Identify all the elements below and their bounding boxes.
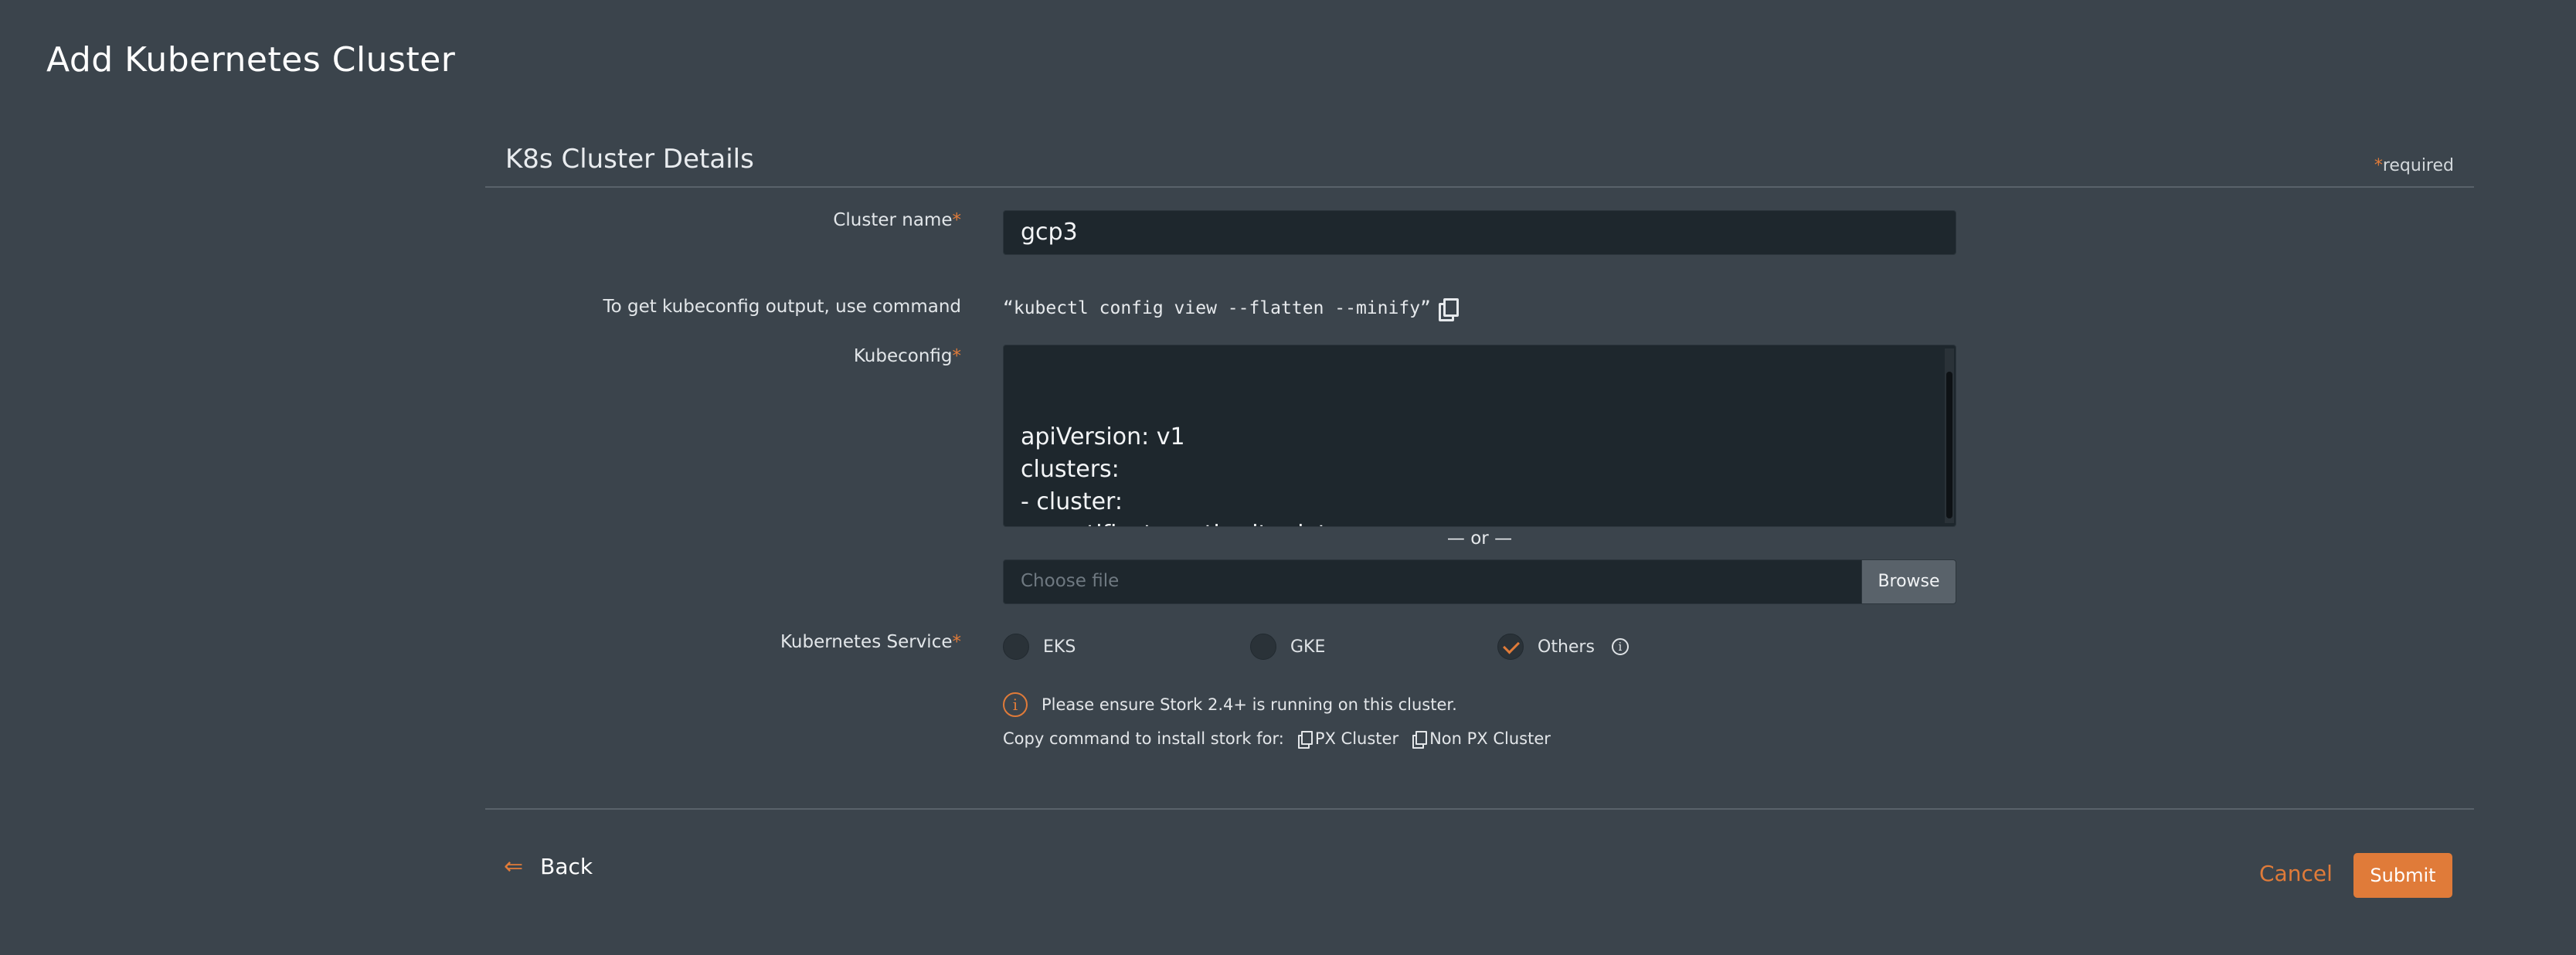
kubeconfig-textarea[interactable]: apiVersion: v1 clusters: - cluster: cert…	[1003, 345, 1956, 527]
required-note: *required	[2374, 156, 2454, 175]
copy-non-px-cluster-link[interactable]: Non PX Cluster	[1412, 729, 1551, 749]
copy-stork-commands: Copy command to install stork for: PX Cl…	[1003, 729, 1551, 749]
non-px-cluster-label: Non PX Cluster	[1429, 729, 1551, 748]
cluster-name-input[interactable]: gcp3	[1003, 210, 1956, 255]
info-icon[interactable]: i	[1611, 638, 1629, 655]
radio-gke[interactable]: GKE	[1250, 634, 1325, 660]
cancel-button[interactable]: Cancel	[2259, 861, 2333, 886]
required-star: *	[952, 210, 962, 230]
radio-eks[interactable]: EKS	[1003, 634, 1076, 660]
kubeconfig-label-text: Kubeconfig	[853, 346, 953, 366]
copy-stork-label: Copy command to install stork for:	[1003, 729, 1284, 748]
section-header: K8s Cluster Details *required	[485, 138, 2474, 188]
required-star: *	[952, 346, 962, 366]
kubernetes-service-label-text: Kubernetes Service	[780, 632, 953, 652]
footer-divider	[485, 808, 2474, 810]
copy-px-cluster-link[interactable]: PX Cluster	[1297, 729, 1399, 749]
required-star: *	[952, 632, 962, 652]
radio-others-indicator[interactable]	[1497, 634, 1524, 660]
back-label: Back	[540, 854, 593, 879]
kubernetes-service-label: Kubernetes Service*	[780, 632, 961, 652]
or-separator: — or —	[1446, 528, 1513, 549]
back-button[interactable]: ⇐ Back	[504, 853, 593, 880]
required-star: *	[2374, 156, 2383, 175]
file-chooser[interactable]: Choose file Browse	[1003, 559, 1956, 604]
radio-eks-indicator[interactable]	[1003, 634, 1029, 660]
px-cluster-label: PX Cluster	[1314, 729, 1399, 748]
radio-gke-label: GKE	[1290, 637, 1326, 657]
required-note-text: required	[2382, 156, 2454, 175]
copy-icon	[1412, 731, 1428, 749]
submit-button[interactable]: Submit	[2353, 853, 2452, 898]
kubeconfig-command-text: “kubectl config view --flatten --minify”	[1003, 298, 1431, 318]
radio-others-label: Others	[1538, 637, 1595, 657]
stork-notice: i Please ensure Stork 2.4+ is running on…	[1003, 692, 1457, 717]
file-placeholder: Choose file	[1021, 571, 1120, 591]
kubeconfig-command: “kubectl config view --flatten --minify”	[1003, 298, 1459, 321]
radio-others[interactable]: Others i	[1497, 634, 1629, 660]
cluster-details-section: K8s Cluster Details *required	[485, 138, 2474, 188]
kubeconfig-label: Kubeconfig*	[854, 346, 961, 366]
section-title: K8s Cluster Details	[505, 144, 754, 175]
copy-icon[interactable]	[1438, 298, 1459, 321]
browse-button[interactable]: Browse	[1861, 560, 1956, 603]
cluster-name-label: Cluster name*	[833, 210, 961, 230]
scrollbar-thumb[interactable]	[1946, 372, 1952, 518]
radio-gke-indicator[interactable]	[1250, 634, 1276, 660]
radio-eks-label: EKS	[1043, 637, 1076, 657]
page-title: Add Kubernetes Cluster	[46, 40, 456, 80]
stork-notice-text: Please ensure Stork 2.4+ is running on t…	[1042, 695, 1457, 714]
kubeconfig-text: apiVersion: v1 clusters: - cluster: cert…	[1021, 423, 1349, 526]
copy-icon	[1297, 731, 1313, 749]
arrow-left-icon: ⇐	[504, 853, 524, 880]
info-circle-icon: i	[1003, 692, 1028, 717]
cluster-name-label-text: Cluster name	[833, 210, 953, 230]
kubeconfig-hint-label: To get kubeconfig output, use command	[603, 297, 961, 317]
textarea-scrollbar[interactable]	[1945, 348, 1954, 523]
